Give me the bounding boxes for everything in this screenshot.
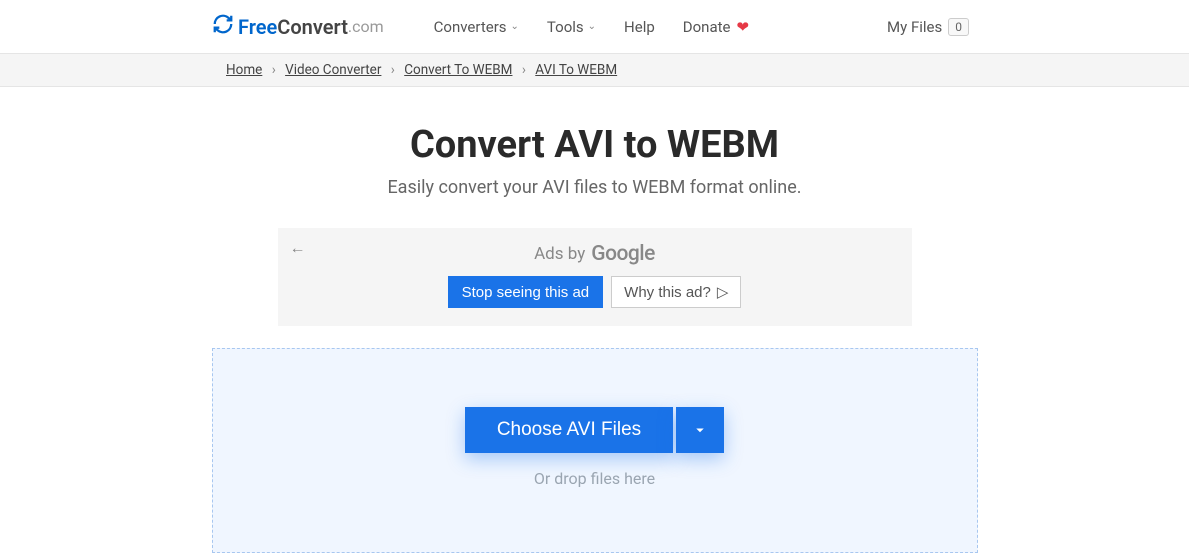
- ads-by-text: Ads by: [534, 244, 585, 264]
- dropzone[interactable]: Choose AVI Files Or drop files here: [212, 348, 978, 553]
- google-logo: Google: [591, 242, 655, 266]
- logo-text-free: Free: [238, 15, 277, 39]
- nav-help-label: Help: [624, 18, 655, 36]
- my-files-label: My Files: [887, 18, 942, 36]
- logo[interactable]: FreeConvert.com: [212, 13, 384, 40]
- drop-files-text: Or drop files here: [213, 469, 977, 488]
- nav: Converters ⌄ Tools ⌄ Help Donate ❤: [434, 18, 749, 36]
- breadcrumb: Home › Video Converter › Convert To WEBM…: [226, 62, 1189, 78]
- back-arrow-icon[interactable]: ←: [290, 238, 306, 258]
- choose-files-dropdown[interactable]: [676, 407, 724, 453]
- stop-seeing-ad-button[interactable]: Stop seeing this ad: [448, 276, 604, 308]
- page-title: Convert AVI to WEBM: [0, 123, 1189, 167]
- nav-tools-label: Tools: [547, 18, 584, 36]
- main: Convert AVI to WEBM Easily convert your …: [0, 87, 1189, 553]
- why-this-ad-label: Why this ad?: [624, 284, 711, 301]
- logo-text-com: .com: [348, 17, 384, 36]
- ads-by-label: Ads by Google: [294, 242, 896, 266]
- nav-converters[interactable]: Converters ⌄: [434, 18, 519, 36]
- nav-tools[interactable]: Tools ⌄: [547, 18, 596, 36]
- why-this-ad-button[interactable]: Why this ad? ▷: [611, 276, 741, 308]
- breadcrumb-avi-to-webm[interactable]: AVI To WEBM: [535, 62, 617, 78]
- logo-text-convert: Convert: [277, 15, 348, 39]
- nav-converters-label: Converters: [434, 18, 507, 36]
- logo-icon: [212, 13, 234, 40]
- breadcrumb-convert-to-webm[interactable]: Convert To WEBM: [404, 62, 512, 78]
- breadcrumb-bar: Home › Video Converter › Convert To WEBM…: [0, 54, 1189, 87]
- chevron-down-icon: [691, 421, 709, 439]
- page-subtitle: Easily convert your AVI files to WEBM fo…: [0, 177, 1189, 198]
- breadcrumb-home[interactable]: Home: [226, 62, 262, 78]
- ad-box: ← Ads by Google Stop seeing this ad Why …: [278, 228, 912, 326]
- nav-donate-label: Donate: [683, 18, 731, 36]
- breadcrumb-video-converter[interactable]: Video Converter: [285, 62, 381, 78]
- breadcrumb-separator: ›: [522, 62, 526, 78]
- choose-files-button[interactable]: Choose AVI Files: [465, 407, 673, 453]
- heart-icon: ❤: [736, 18, 749, 36]
- nav-help[interactable]: Help: [624, 18, 655, 36]
- ad-buttons: Stop seeing this ad Why this ad? ▷: [294, 276, 896, 308]
- my-files-count: 0: [948, 18, 969, 36]
- header: FreeConvert.com Converters ⌄ Tools ⌄ Hel…: [0, 0, 1189, 54]
- breadcrumb-separator: ›: [391, 62, 395, 78]
- nav-donate[interactable]: Donate ❤: [683, 18, 749, 36]
- choose-button-group: Choose AVI Files: [213, 407, 977, 453]
- chevron-down-icon: ⌄: [588, 21, 596, 32]
- chevron-down-icon: ⌄: [511, 21, 519, 32]
- adchoices-icon: ▷: [717, 283, 729, 301]
- my-files-link[interactable]: My Files 0: [887, 18, 969, 36]
- breadcrumb-separator: ›: [272, 62, 276, 78]
